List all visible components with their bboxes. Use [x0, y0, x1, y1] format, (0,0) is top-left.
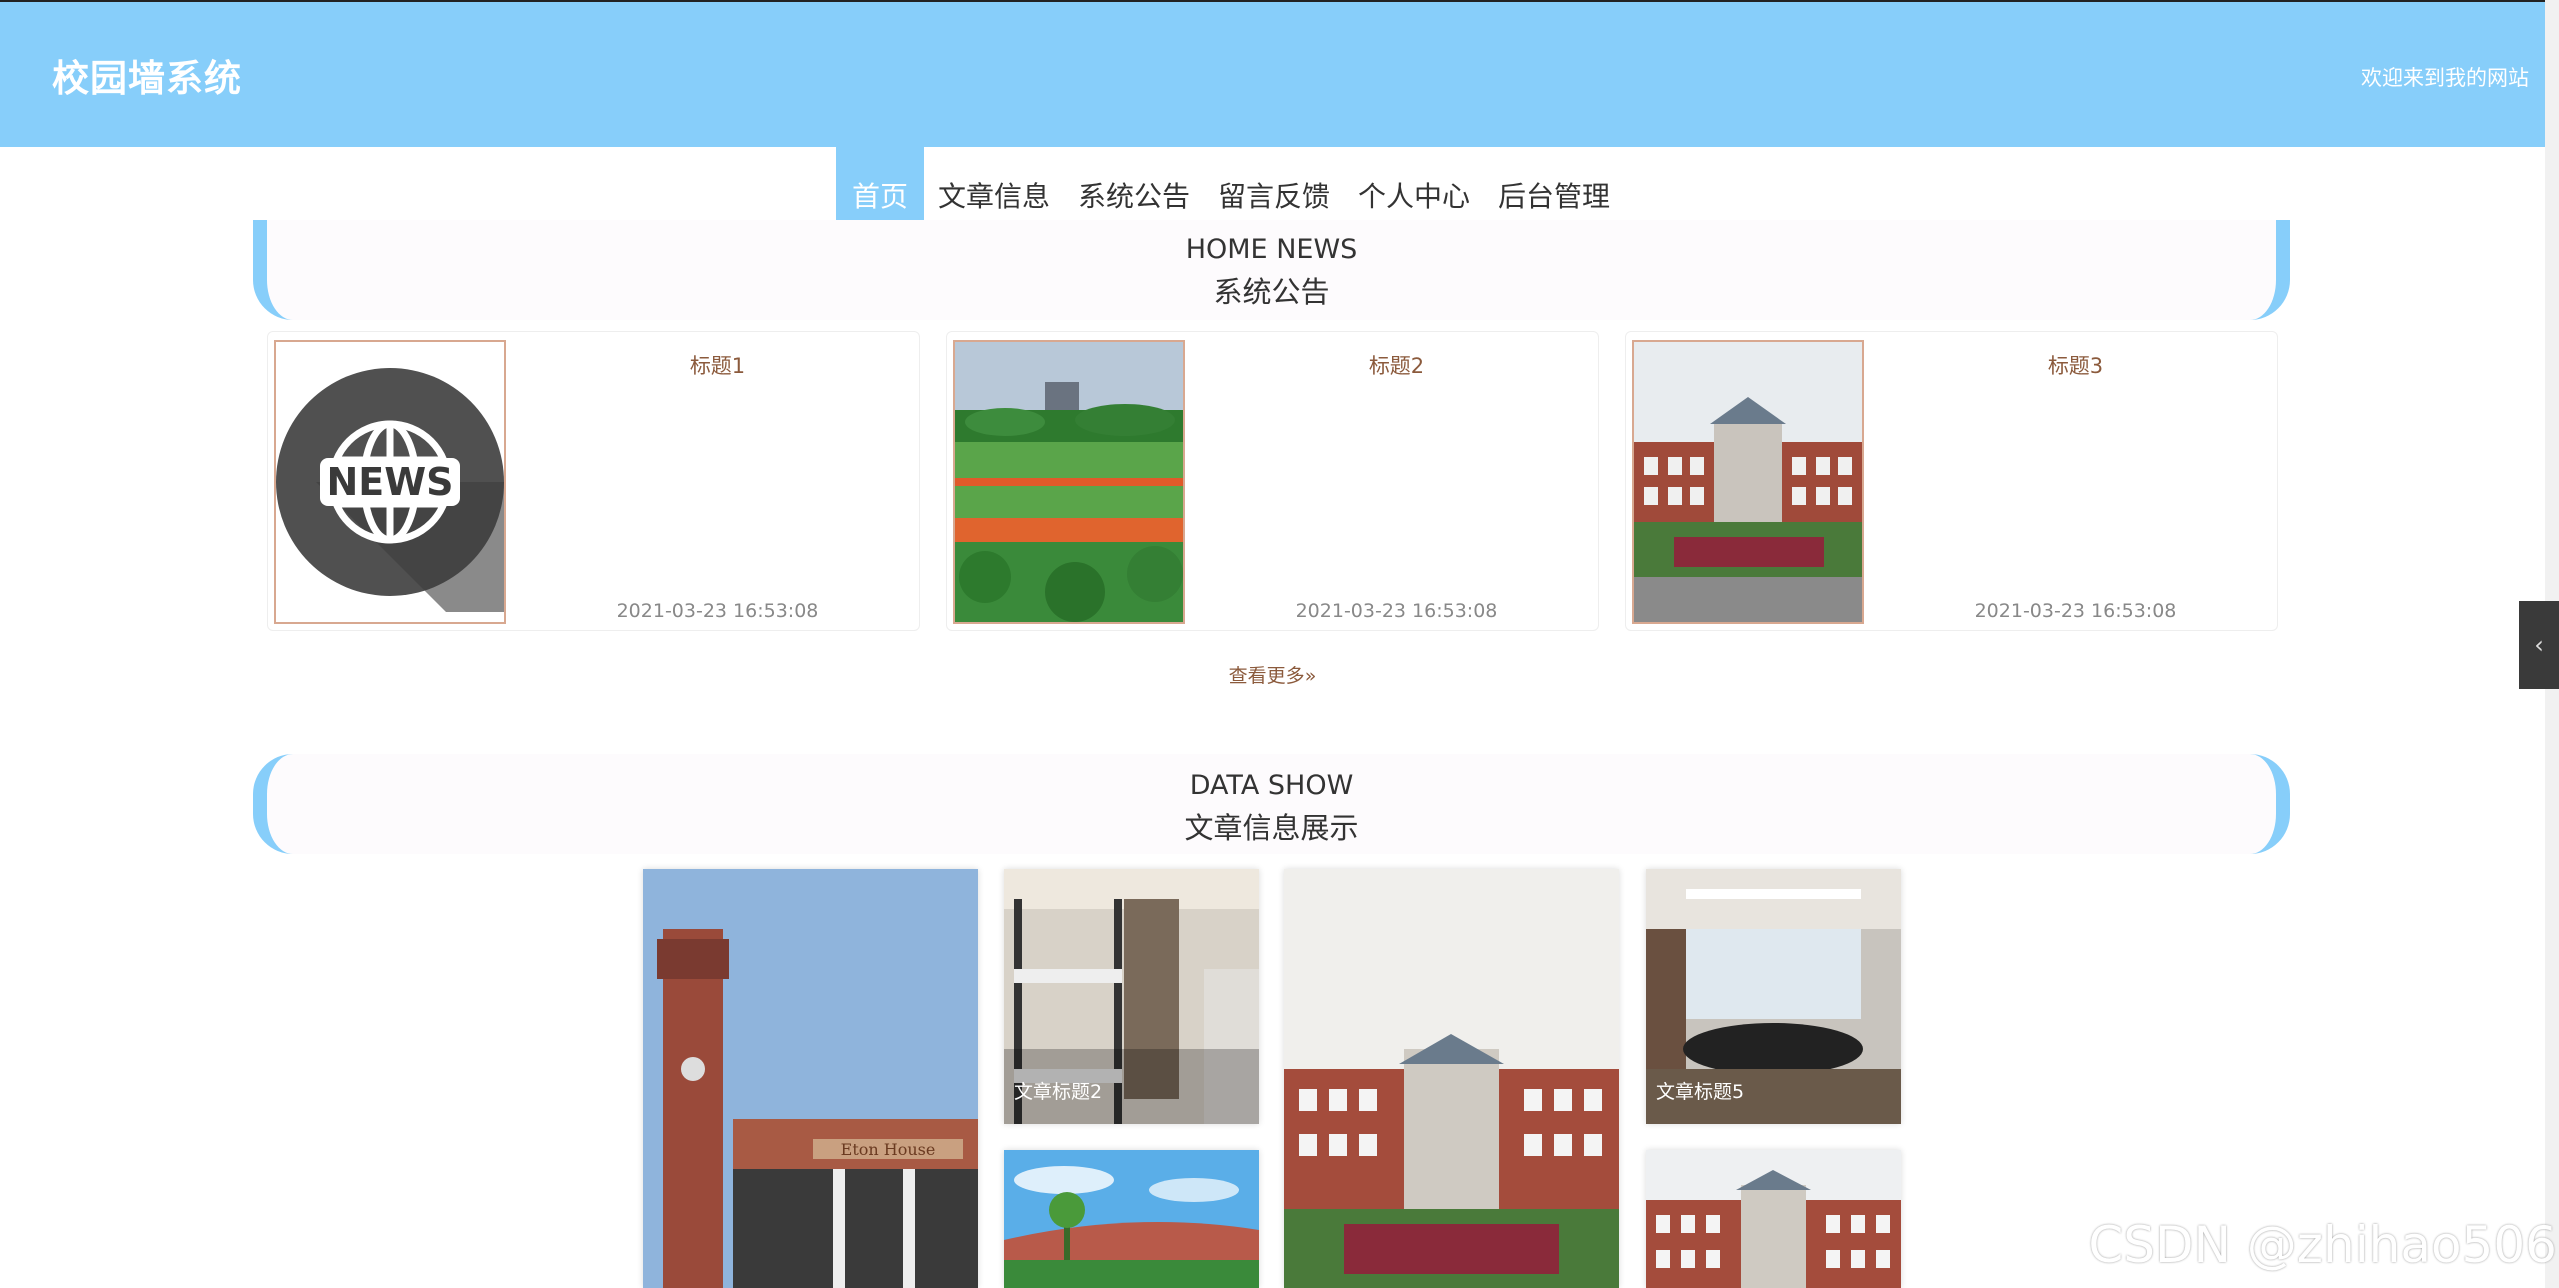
- news-thumbnail[interactable]: [1632, 340, 1864, 624]
- news-thumbnail[interactable]: [953, 340, 1185, 624]
- view-more-label[interactable]: 查看更多: [1229, 665, 1305, 687]
- school-building-image: [1646, 1150, 1901, 1288]
- tile-caption: 文章标题5: [1656, 1081, 1745, 1103]
- welcome-text: 欢迎来到我的网站: [2361, 66, 2529, 90]
- data-section-title-en: DATA SHOW: [1189, 770, 1354, 801]
- eton-house-sign: Eton House: [841, 1140, 936, 1159]
- article-tile[interactable]: [1284, 869, 1619, 1288]
- clock-tower-image: Eton House: [643, 869, 978, 1288]
- news-title[interactable]: 标题2: [1195, 350, 1598, 380]
- news-time: 2021-03-23 16:53:08: [1974, 600, 2177, 622]
- article-tile[interactable]: 文章标题2: [1004, 869, 1259, 1124]
- news-globe-image: NEWS: [276, 342, 504, 622]
- article-tile[interactable]: [1646, 1150, 1901, 1288]
- data-section-title-cn: 文章信息展示: [1184, 811, 1359, 845]
- news-thumbnail[interactable]: NEWS: [274, 340, 506, 624]
- news-logo-text: NEWS: [326, 460, 453, 504]
- news-time: 2021-03-23 16:53:08: [616, 600, 819, 622]
- news-section-title-cn: 系统公告: [1213, 275, 1330, 309]
- school-building-image: [1284, 869, 1619, 1288]
- news-card[interactable]: NEWS 标题1 2021-03-23 16:53:08: [267, 331, 920, 631]
- site-title[interactable]: 校园墙系统: [52, 48, 242, 102]
- news-section-title-en: HOME NEWS: [1185, 234, 1358, 265]
- news-title[interactable]: 标题3: [1874, 350, 2277, 380]
- campus-sky-image: [1004, 1150, 1259, 1288]
- article-tile[interactable]: Eton House: [643, 869, 978, 1288]
- tile-caption: 文章标题2: [1014, 1081, 1103, 1103]
- news-section-header: HOME NEWS 系统公告: [253, 220, 2290, 320]
- news-time: 2021-03-23 16:53:08: [1295, 600, 1498, 622]
- news-card[interactable]: 标题3 2021-03-23 16:53:08: [1625, 331, 2278, 631]
- sports-field-image: [955, 342, 1183, 622]
- news-title[interactable]: 标题1: [516, 350, 919, 380]
- school-building-image: [1634, 342, 1862, 622]
- article-tile[interactable]: [1004, 1150, 1259, 1288]
- chevron-left-icon[interactable]: ‹: [2519, 601, 2559, 689]
- view-more-link[interactable]: 查看更多»: [0, 661, 2545, 688]
- data-section-header: DATA SHOW 文章信息展示: [253, 754, 2290, 854]
- watermark: CSDN @zhihao506: [2088, 1216, 2557, 1274]
- top-header: 校园墙系统 欢迎来到我的网站: [0, 0, 2545, 147]
- article-tile[interactable]: 文章标题5: [1646, 869, 1901, 1124]
- news-card[interactable]: 标题2 2021-03-23 16:53:08: [946, 331, 1599, 631]
- double-chevron-right-icon: »: [1304, 665, 1317, 687]
